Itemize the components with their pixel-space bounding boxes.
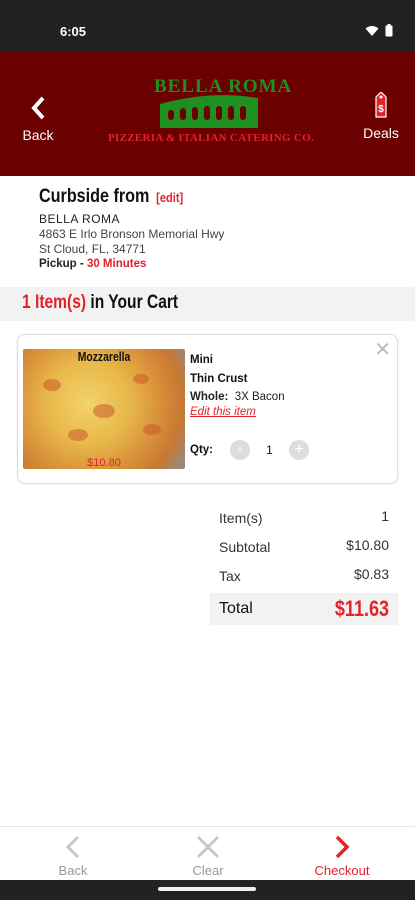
bella-roma-logo: BELLA ROMA PIZZERIA & ITALIAN CATERING C… — [96, 74, 326, 154]
total-label: Total — [219, 600, 253, 617]
wifi-icon — [365, 25, 379, 36]
nav-clear-button[interactable]: Clear — [139, 827, 277, 881]
app-header: Back BELLA ROMA PIZZERIA & ITALIAN CATER… — [0, 52, 415, 176]
item-topping: Whole: 3X Bacon — [190, 389, 390, 406]
decrease-qty-button[interactable]: - — [230, 440, 250, 460]
item-image-price: $10.80 — [87, 457, 121, 469]
deals-label: Deals — [363, 125, 399, 141]
topping-value: 3X Bacon — [234, 391, 285, 403]
close-icon — [196, 835, 220, 859]
topping-label: Whole: — [190, 391, 229, 403]
store-name: BELLA ROMA — [39, 212, 121, 226]
nav-back-button[interactable]: Back — [4, 827, 142, 881]
cart-count: 1 Item(s) — [22, 292, 87, 313]
pizza-texture — [68, 429, 88, 441]
store-info: Curbside from [edit] BELLA ROMA 4863 E Ir… — [39, 186, 399, 270]
qty-value: 1 — [266, 443, 273, 457]
subtotal-label: Subtotal — [219, 539, 271, 555]
item-image: Mozzarella $10.80 — [23, 349, 185, 469]
pickup-time: 30 Minutes — [86, 258, 147, 270]
bottom-nav: Back Clear Checkout — [0, 826, 415, 880]
header-back-button[interactable]: Back — [18, 96, 58, 143]
item-size: Mini — [190, 354, 213, 366]
battery-icon — [385, 24, 393, 37]
nav-checkout-label: Checkout — [314, 863, 370, 878]
status-icons — [365, 24, 393, 37]
tax-row: Tax $0.83 — [210, 563, 398, 592]
item-image-label: Mozzarella — [77, 349, 131, 364]
items-value: 1 — [381, 508, 389, 524]
home-indicator[interactable] — [158, 887, 256, 891]
item-crust: Thin Crust — [190, 373, 248, 385]
increase-qty-button[interactable]: + — [289, 440, 309, 460]
chevron-left-icon — [65, 835, 80, 859]
cart-count-suffix: in Your Cart — [86, 292, 179, 313]
store-address-line2: St Cloud, FL, 34771 — [39, 242, 146, 256]
price-tag-icon: $ — [375, 91, 387, 118]
total-row: Total $11.63 — [210, 593, 398, 625]
pizza-texture — [143, 424, 161, 435]
colosseum-logo-icon — [160, 95, 258, 128]
pizza-texture — [43, 379, 61, 391]
edit-fulfillment-link[interactable]: [edit] — [156, 190, 183, 205]
nav-checkout-button[interactable]: Checkout — [273, 827, 411, 881]
store-address-line1: 4863 E Irlo Bronson Memorial Hwy — [39, 227, 225, 241]
items-label: Item(s) — [219, 510, 263, 526]
order-totals: Item(s) 1 Subtotal $10.80 Tax $0.83 Tota… — [210, 505, 398, 625]
cart-count-heading: 1 Item(s) in Your Cart — [22, 292, 178, 314]
items-row: Item(s) 1 — [210, 505, 398, 534]
tax-label: Tax — [219, 568, 241, 584]
deals-button[interactable]: $ Deals — [359, 91, 403, 141]
header-back-label: Back — [22, 127, 54, 143]
nav-clear-label: Clear — [192, 863, 224, 878]
total-value: $11.63 — [334, 596, 389, 621]
item-details: Mini Thin Crust Whole: 3X Bacon Edit thi… — [190, 351, 390, 418]
gesture-bar — [0, 880, 415, 900]
quantity-stepper: Qty: - 1 + — [190, 440, 309, 460]
subtotal-value: $10.80 — [346, 537, 389, 553]
logo-subtitle: PIZZERIA & ITALIAN CATERING CO. — [107, 132, 314, 144]
nav-back-label: Back — [58, 863, 88, 878]
edit-item-link[interactable]: Edit this item — [190, 406, 390, 418]
chevron-left-icon — [31, 96, 45, 120]
subtotal-row: Subtotal $10.80 — [210, 534, 398, 563]
pizza-texture — [93, 404, 115, 418]
pickup-label: Pickup - — [39, 258, 87, 270]
qty-label: Qty: — [190, 444, 213, 456]
fulfillment-heading: Curbside from [edit] — [39, 186, 345, 208]
svg-text:$: $ — [378, 104, 384, 115]
fulfillment-label: Curbside from — [39, 186, 150, 207]
tax-value: $0.83 — [353, 566, 389, 582]
pickup-info: Pickup - 30 Minutes — [39, 258, 399, 270]
cart-item-card: ✕ Mozzarella $10.80 Mini Thin Crust Whol… — [17, 334, 398, 484]
pizza-texture — [133, 374, 149, 384]
chevron-right-icon — [335, 835, 350, 859]
status-time: 6:05 — [60, 24, 87, 39]
status-bar: 6:05 — [0, 0, 415, 52]
cart-summary-bar: 1 Item(s) in Your Cart — [0, 287, 415, 321]
